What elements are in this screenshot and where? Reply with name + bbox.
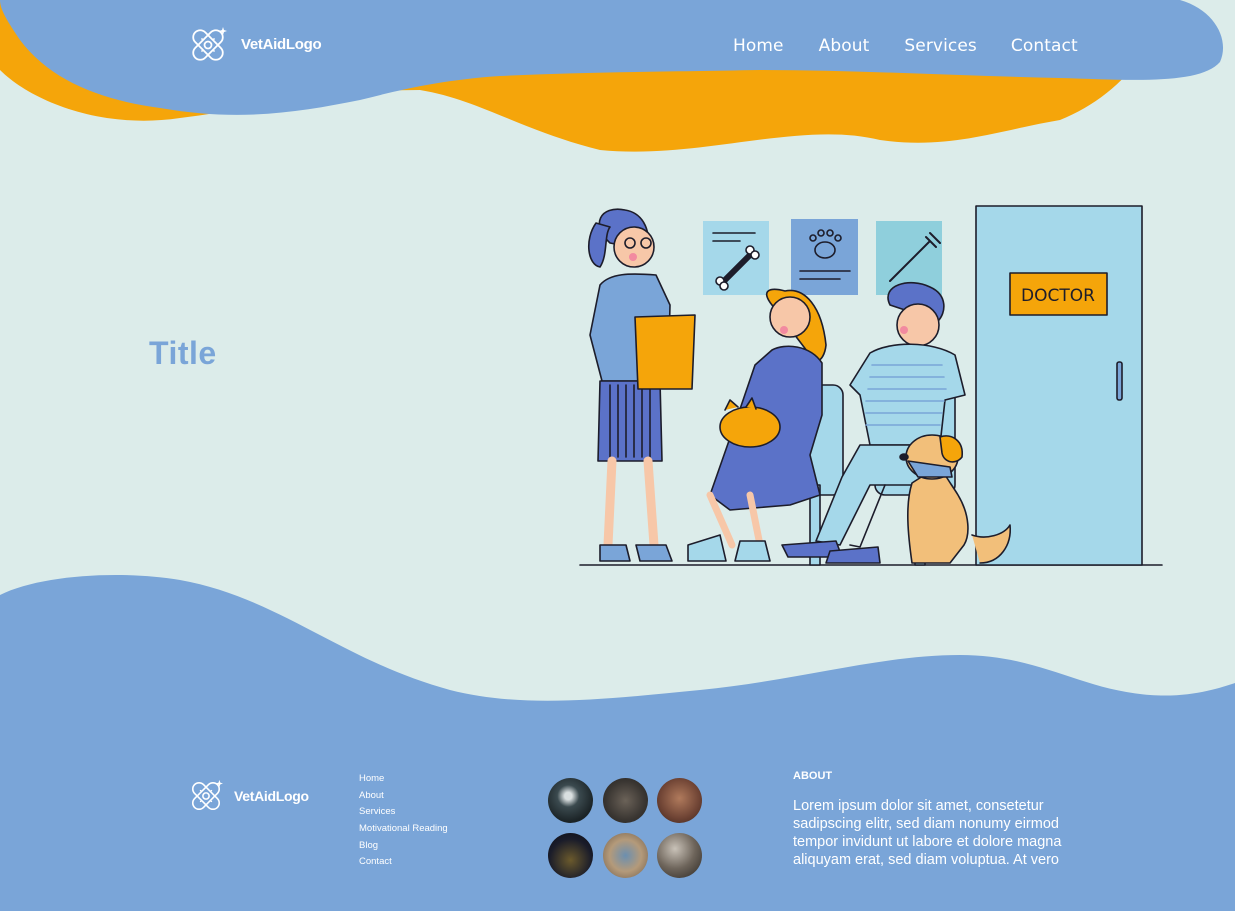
gallery-thumb[interactable] (657, 778, 702, 823)
nav-services[interactable]: Services (904, 36, 977, 56)
vet-figure (588, 208, 696, 562)
footer-logo-text: VetAidLogo (234, 788, 309, 804)
woman-with-cat-figure (687, 288, 827, 562)
header-logo-text: VetAidLogo (241, 35, 322, 53)
footer-links: Home About Services Motivational Reading… (359, 773, 448, 873)
clipboard (634, 314, 696, 390)
gallery-thumb[interactable] (657, 833, 702, 878)
cat (719, 406, 781, 448)
door-sign-text: DOCTOR (1021, 286, 1095, 306)
footer-link-services[interactable]: Services (359, 806, 448, 823)
nav-contact[interactable]: Contact (1011, 36, 1078, 56)
hero-title: Title (149, 335, 217, 371)
footer-link-about[interactable]: About (359, 790, 448, 807)
bone-poster (703, 221, 769, 295)
footer-about-text: Lorem ipsum dolor sit amet, consetetur s… (793, 798, 1062, 868)
footer-link-blog[interactable]: Blog (359, 840, 448, 857)
door-handle (1116, 361, 1123, 401)
paw-poster (791, 219, 858, 295)
header-logo[interactable]: VetAidLogo (188, 26, 322, 64)
gallery-thumb[interactable] (603, 833, 648, 878)
footer-link-contact[interactable]: Contact (359, 856, 448, 873)
bandage-logo-icon (191, 779, 223, 811)
main-nav: Home About Services Contact (733, 36, 1078, 56)
gallery-thumb[interactable] (548, 833, 593, 878)
bandage-logo-icon (192, 27, 227, 61)
nav-about[interactable]: About (819, 36, 870, 56)
gallery-thumb[interactable] (603, 778, 648, 823)
footer-link-home[interactable]: Home (359, 773, 448, 790)
gallery-thumb[interactable] (548, 778, 593, 823)
footer-logo[interactable]: VetAidLogo (188, 779, 309, 813)
footer-link-motivational-reading[interactable]: Motivational Reading (359, 823, 448, 840)
footer-about-heading: ABOUT (793, 770, 833, 782)
nav-home[interactable]: Home (733, 36, 784, 56)
vet-clinic-illustration: DOCTOR (579, 205, 1163, 566)
